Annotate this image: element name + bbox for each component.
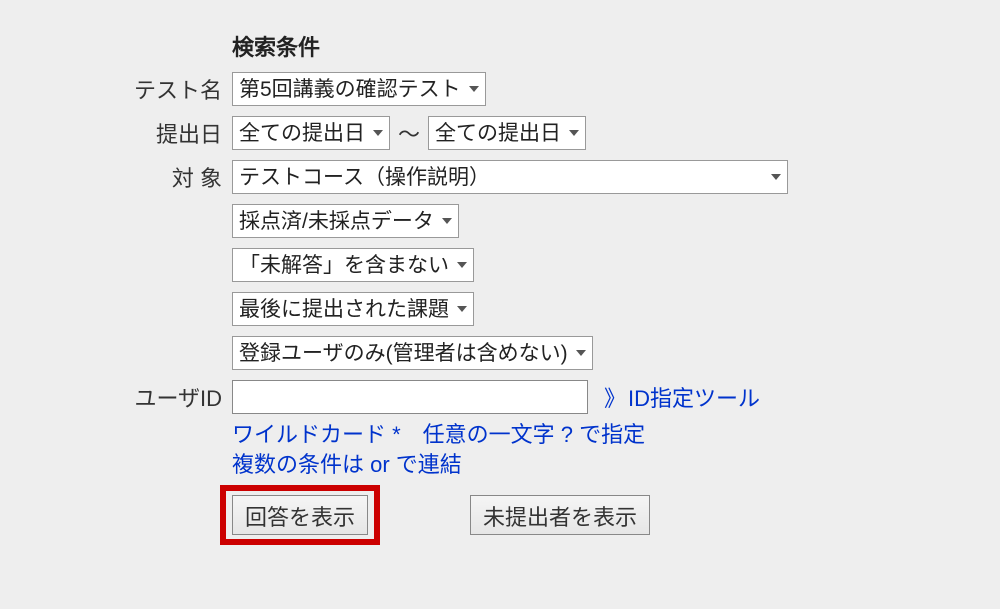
row-user-id: ユーザID 》ID指定ツール	[0, 380, 1000, 414]
help-line2: 複数の条件は or で連結	[232, 450, 1000, 480]
select-date-from[interactable]: 全ての提出日	[232, 116, 390, 150]
row-user-filter: 登録ユーザのみ(管理者は含めない)	[0, 336, 1000, 370]
row-test-name: テスト名 第5回講義の確認テスト	[0, 72, 1000, 106]
highlight-box: 回答を表示	[220, 485, 380, 545]
select-test-name[interactable]: 第5回講義の確認テスト	[232, 72, 486, 106]
row-answer-filter: 「未解答」を含まない	[0, 248, 1000, 282]
select-grading-status[interactable]: 採点済/未採点データ	[232, 204, 459, 238]
row-submission-filter: 最後に提出された課題	[0, 292, 1000, 326]
form-header: 検索条件	[232, 30, 1000, 62]
link-arrows-icon: 》	[604, 386, 626, 411]
link-id-tool-label: ID指定ツール	[628, 386, 760, 411]
input-user-id[interactable]	[232, 380, 588, 414]
label-user-id: ユーザID	[0, 381, 232, 413]
help-line1: ワイルドカード * 任意の一文字 ? で指定	[232, 420, 1000, 450]
date-separator: ～	[398, 117, 420, 149]
label-submit-date: 提出日	[0, 117, 232, 149]
label-target: 対 象	[0, 161, 232, 193]
row-grading-status: 採点済/未採点データ	[0, 204, 1000, 238]
label-test-name: テスト名	[0, 73, 232, 105]
link-id-tool[interactable]: 》ID指定ツール	[604, 381, 760, 413]
help-text: ワイルドカード * 任意の一文字 ? で指定 複数の条件は or で連結	[232, 420, 1000, 479]
search-form: 検索条件 テスト名 第5回講義の確認テスト 提出日 全ての提出日 ～ 全ての提出…	[0, 30, 1000, 545]
show-unsubmitted-button[interactable]: 未提出者を表示	[470, 495, 650, 535]
button-row: 回答を表示 未提出者を表示	[220, 485, 1000, 545]
select-date-to[interactable]: 全ての提出日	[428, 116, 586, 150]
row-submit-date: 提出日 全ての提出日 ～ 全ての提出日	[0, 116, 1000, 150]
select-target[interactable]: テストコース（操作説明）	[232, 160, 788, 194]
select-user-filter[interactable]: 登録ユーザのみ(管理者は含めない)	[232, 336, 593, 370]
show-answers-button[interactable]: 回答を表示	[232, 495, 368, 535]
select-answer-filter[interactable]: 「未解答」を含まない	[232, 248, 474, 282]
select-submission-filter[interactable]: 最後に提出された課題	[232, 292, 474, 326]
row-target: 対 象 テストコース（操作説明）	[0, 160, 1000, 194]
